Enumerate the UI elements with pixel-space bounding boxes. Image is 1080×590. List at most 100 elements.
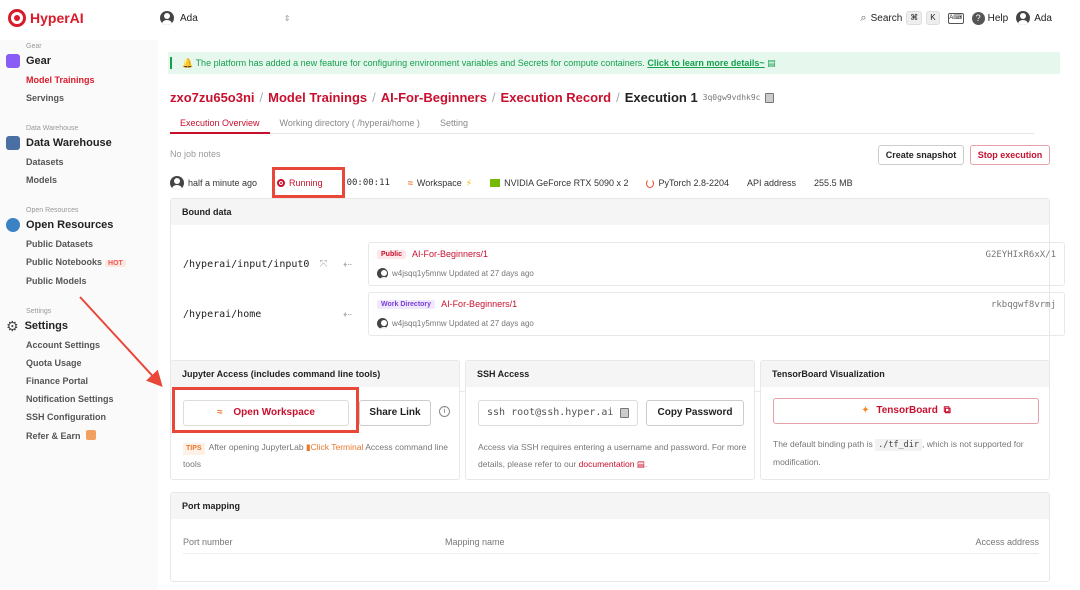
bound-dataset-item[interactable]: Public AI-For-Beginners/1 w4jsqq1y5mnw U… [368, 242, 1065, 286]
dataset-name[interactable]: AI-For-Beginners/1 [441, 299, 517, 309]
documentation-link[interactable]: documentation [579, 459, 635, 469]
breadcrumb-item[interactable]: zxo7zu65o3ni [170, 90, 255, 105]
dataset-meta: w4jsqq1y5mnw Updated at 27 days ago [377, 318, 534, 329]
dataset-name[interactable]: AI-For-Beginners/1 [412, 249, 488, 259]
dataset-title: Work Directory AI-For-Beginners/1 [377, 299, 517, 309]
dataset-meta-label: w4jsqq1y5mnw Updated at 27 days ago [392, 319, 534, 328]
breadcrumb-item[interactable]: Model Trainings [268, 90, 367, 105]
search-icon: ⌕ [860, 11, 867, 24]
sidebar-item-datasets[interactable]: Datasets [26, 157, 64, 167]
workspace-switcher[interactable]: Ada ⇕ [160, 11, 291, 25]
database-icon [6, 136, 20, 150]
chevron-updown-icon: ⇕ [283, 13, 291, 23]
account-name: Ada [1034, 12, 1052, 24]
tips-text: After opening JupyterLab [208, 442, 304, 452]
elapsed-time: 00:00:11 [346, 178, 390, 188]
avatar [170, 176, 184, 190]
sidebar-item-quota-usage[interactable]: Quota Usage [26, 358, 82, 368]
sidebar-item-public-models[interactable]: Public Models [26, 276, 87, 286]
gear-icon: ⚙ [6, 318, 19, 334]
mount-path-label: /hyperai/input/input0 [183, 259, 310, 270]
main-content: 🔔 The platform has added a new feature f… [158, 40, 1080, 590]
sidebar-group-settings[interactable]: ⚙ Settings [6, 319, 68, 333]
tensorboard-help-label: The default binding path is [773, 439, 873, 449]
keyboard-shortcuts-icon[interactable]: A⌨ [947, 12, 964, 24]
sidebar-group-data-warehouse[interactable]: Data Warehouse [6, 136, 112, 150]
arrow-left-icon: ⇠ [343, 259, 353, 271]
job-notes[interactable]: No job notes [170, 149, 221, 159]
copy-icon[interactable] [620, 408, 629, 418]
sidebar-group-label: Data Warehouse [26, 125, 79, 132]
card-title: Port mapping [171, 493, 1049, 519]
sidebar-group-gear[interactable]: Gear [6, 54, 51, 68]
tab-working-directory[interactable]: Working directory ( /hyperai/home ) [270, 112, 430, 134]
sidebar-item-label: Public Notebooks [26, 257, 103, 267]
gpu-label: NVIDIA GeForce RTX 5090 x 2 [504, 178, 629, 188]
help-label: Help [987, 12, 1009, 24]
breadcrumb-separator: / [259, 90, 264, 105]
tensorflow-icon: ✦ [861, 405, 870, 416]
storage-size: 255.5 MB [814, 178, 853, 188]
tips-link[interactable]: Click Terminal [311, 442, 364, 452]
sidebar-item-public-datasets[interactable]: Public Datasets [26, 239, 93, 249]
sidebar-group-label: Gear [26, 43, 42, 50]
sidebar-item-notification-settings[interactable]: Notification Settings [26, 394, 114, 404]
help-icon: ? [971, 11, 985, 25]
avatar [377, 268, 388, 279]
open-workspace-highlight-box [172, 387, 359, 433]
tab-bar: Execution Overview Working directory ( /… [170, 112, 1034, 134]
info-icon[interactable]: i [439, 406, 450, 417]
search-button[interactable]: ⌕ Search ⌘ K [860, 11, 940, 25]
brand-logo[interactable]: HyperAI [8, 9, 84, 27]
breadcrumb-separator: / [491, 90, 496, 105]
breadcrumb-item[interactable]: Execution Record [501, 90, 612, 105]
jupyter-tips: TIPS After opening JupyterLab ▮Click Term… [183, 439, 453, 473]
api-address[interactable]: API address [747, 178, 796, 188]
tensorboard-help-text: The default binding path is ./tf_dir, wh… [773, 436, 1033, 471]
copy-password-button[interactable]: Copy Password [646, 400, 744, 426]
sidebar-item-ssh-configuration[interactable]: SSH Configuration [26, 412, 106, 422]
workspace-link[interactable]: ≈ Workspace ⚡ [408, 178, 472, 189]
mount-path: /hyperai/home [183, 309, 262, 320]
account-menu[interactable]: Ada [1016, 11, 1052, 25]
dataset-meta-label: w4jsqq1y5mnw Updated at 27 days ago [392, 269, 534, 278]
logo-icon [8, 9, 26, 27]
sidebar-item-finance-portal[interactable]: Finance Portal [26, 376, 88, 386]
gift-icon [86, 430, 97, 440]
mount-path: /hyperai/input/input0 ⤧ [183, 259, 327, 270]
card-title: SSH Access [466, 361, 754, 387]
framework-label: PyTorch 2.8-2204 [658, 178, 730, 188]
share-link-button[interactable]: Share Link [359, 400, 431, 426]
breadcrumb-item[interactable]: AI-For-Beginners [381, 90, 487, 105]
stop-execution-button[interactable]: Stop execution [970, 145, 1050, 165]
sidebar-group-label: Open Resources [26, 207, 79, 214]
search-label: Search [870, 12, 903, 24]
column-header: Access address [975, 537, 1039, 547]
brand-name: HyperAI [30, 10, 84, 26]
column-header: Mapping name [445, 537, 505, 547]
unlink-icon[interactable]: ⤧ [319, 259, 327, 270]
copy-icon[interactable] [765, 92, 775, 103]
create-snapshot-button[interactable]: Create snapshot [878, 145, 964, 165]
bound-workdir-item[interactable]: Work Directory AI-For-Beginners/1 w4jsqq… [368, 292, 1065, 336]
sidebar-item-public-notebooks[interactable]: Public Notebooks HOT [26, 257, 126, 267]
shortcut-key: K [926, 11, 940, 25]
sidebar-item-models[interactable]: Models [26, 175, 57, 185]
tab-setting[interactable]: Setting [430, 112, 478, 134]
sidebar-item-account-settings[interactable]: Account Settings [26, 340, 100, 350]
sidebar-group-title: Settings [24, 320, 68, 332]
status-time-label: half a minute ago [188, 178, 258, 188]
avatar [160, 11, 174, 25]
sidebar-item-servings[interactable]: Servings [26, 93, 64, 103]
announcement-link[interactable]: Click to learn more details~ [647, 58, 764, 68]
sidebar-item-refer-earn[interactable]: Refer & Earn [26, 430, 97, 441]
sidebar-item-model-trainings[interactable]: Model Trainings [26, 75, 95, 85]
ssh-command-field[interactable]: ssh root@ssh.hyper.ai [478, 400, 638, 426]
pytorch-icon [646, 178, 655, 188]
dataset-hash: rkbqgwf8vrmj [990, 300, 1056, 310]
tensorboard-button[interactable]: ✦ TensorBoard ⧉ [773, 398, 1039, 424]
help-button[interactable]: ? Help [971, 11, 1009, 25]
column-header: Port number [183, 537, 233, 547]
sidebar-group-open-resources[interactable]: Open Resources [6, 218, 113, 232]
tab-execution-overview[interactable]: Execution Overview [170, 112, 270, 134]
